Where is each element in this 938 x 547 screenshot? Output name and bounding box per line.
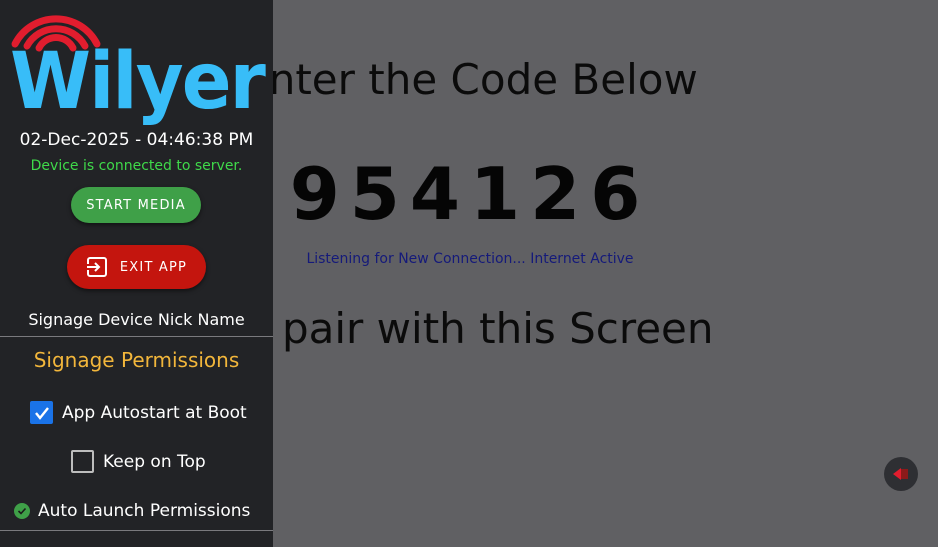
device-nickname: Signage Device Nick Name: [28, 310, 245, 329]
keep-on-top-label: Keep on Top: [103, 451, 206, 472]
connection-status-message: Listening for New Connection... Internet…: [306, 251, 634, 267]
start-media-label: START MEDIA: [86, 197, 186, 213]
server-connection-status: Device is connected to server.: [30, 158, 243, 174]
pair-screen-heading: to pair with this Screen: [226, 304, 714, 353]
keep-on-top-checkbox[interactable]: [71, 450, 94, 473]
divider: [0, 530, 273, 531]
check-circle-icon: [14, 503, 30, 519]
exit-arrow-icon: [893, 468, 908, 480]
pairing-code: 954126: [289, 152, 651, 236]
sidebar-panel: Wilyer 02-Dec-2025 - 04:46:38 PM Device …: [0, 0, 273, 547]
checkmark-icon: [34, 406, 49, 420]
divider: [0, 336, 273, 337]
autostart-label: App Autostart at Boot: [62, 402, 247, 423]
svg-text:Wilyer: Wilyer: [10, 37, 266, 125]
autostart-permission[interactable]: App Autostart at Boot: [30, 401, 247, 424]
autostart-checkbox[interactable]: [30, 401, 53, 424]
permissions-title: Signage Permissions: [33, 348, 240, 372]
enter-code-heading: Enter the Code Below: [242, 55, 698, 104]
exit-app-button[interactable]: EXIT APP: [67, 245, 206, 289]
start-media-button[interactable]: START MEDIA: [71, 187, 201, 223]
auto-launch-permission: Auto Launch Permissions: [14, 501, 250, 521]
exit-app-label: EXIT APP: [119, 259, 188, 275]
exit-icon: [86, 257, 107, 277]
wilyer-logo: Wilyer: [10, 15, 268, 125]
current-datetime: 02-Dec-2025 - 04:46:38 PM: [19, 130, 254, 150]
auto-launch-label: Auto Launch Permissions: [38, 501, 251, 521]
floating-exit-button[interactable]: [884, 457, 918, 491]
keep-on-top-permission[interactable]: Keep on Top: [71, 450, 206, 473]
